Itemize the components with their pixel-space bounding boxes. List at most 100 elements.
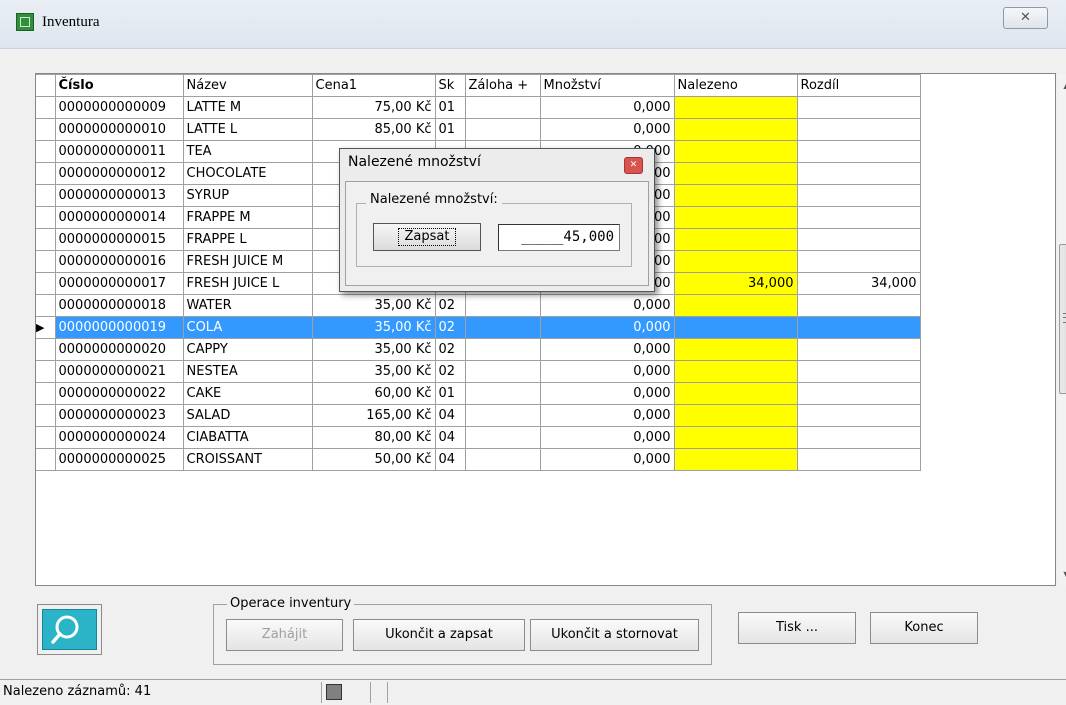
cell-cislo[interactable]: 0000000000017 [54, 272, 184, 295]
table-row[interactable]: 0000000000009 LATTE M 75,00 Kč 01 0,000 [36, 96, 921, 119]
cell-mnozstvi[interactable]: 0,000 [539, 118, 675, 141]
cell-cislo[interactable]: 0000000000011 [54, 140, 184, 163]
row-indicator-cell[interactable] [36, 338, 56, 361]
cell-sk[interactable]: 02 [434, 360, 466, 383]
cell-cena[interactable]: 85,00 Kč [311, 118, 436, 141]
cell-zaloha[interactable] [464, 316, 541, 339]
cell-nazev[interactable]: FRESH JUICE M [182, 250, 313, 273]
cell-rozdil[interactable] [796, 206, 921, 229]
cell-rozdil[interactable] [796, 228, 921, 251]
cell-cislo[interactable]: 0000000000022 [54, 382, 184, 405]
cell-mnozstvi[interactable]: 0,000 [539, 404, 675, 427]
cell-nazev[interactable]: LATTE L [182, 118, 313, 141]
cell-mnozstvi[interactable]: 0,000 [539, 96, 675, 119]
cell-nalezeno[interactable] [673, 228, 798, 251]
cell-nazev[interactable]: COLA [182, 316, 313, 339]
cell-cislo[interactable]: 0000000000025 [54, 448, 184, 471]
cell-sk[interactable]: 01 [434, 118, 466, 141]
row-indicator-cell[interactable] [36, 228, 56, 251]
cell-cislo[interactable]: 0000000000014 [54, 206, 184, 229]
cell-cislo[interactable]: 0000000000012 [54, 162, 184, 185]
cell-cislo[interactable]: 0000000000020 [54, 338, 184, 361]
cell-rozdil[interactable] [796, 184, 921, 207]
end-button[interactable]: Konec [870, 612, 978, 644]
table-row[interactable]: ▶ 0000000000019 COLA 35,00 Kč 02 0,000 [36, 316, 921, 339]
cell-cislo[interactable]: 0000000000015 [54, 228, 184, 251]
cell-cena[interactable]: 35,00 Kč [311, 360, 436, 383]
cell-mnozstvi[interactable]: 0,000 [539, 294, 675, 317]
cell-nalezeno[interactable] [673, 382, 798, 405]
cell-nalezeno[interactable]: 34,000 [673, 272, 798, 295]
cell-nazev[interactable]: TEA [182, 140, 313, 163]
cell-cena[interactable]: 60,00 Kč [311, 382, 436, 405]
cell-cena[interactable]: 165,00 Kč [311, 404, 436, 427]
cell-zaloha[interactable] [464, 360, 541, 383]
table-row[interactable]: 0000000000022 CAKE 60,00 Kč 01 0,000 [36, 382, 921, 405]
cell-nazev[interactable]: SYRUP [182, 184, 313, 207]
col-header-cena[interactable]: Cena1 [311, 74, 436, 97]
cell-rozdil[interactable] [796, 96, 921, 119]
row-indicator-cell[interactable]: ▶ [36, 316, 56, 339]
table-row[interactable]: 0000000000020 CAPPY 35,00 Kč 02 0,000 [36, 338, 921, 361]
cell-cislo[interactable]: 0000000000010 [54, 118, 184, 141]
cell-cena[interactable]: 35,00 Kč [311, 338, 436, 361]
start-button[interactable]: Zahájit [226, 619, 343, 651]
cell-rozdil[interactable] [796, 316, 921, 339]
cell-zaloha[interactable] [464, 404, 541, 427]
cell-nalezeno[interactable] [673, 294, 798, 317]
cell-rozdil[interactable] [796, 294, 921, 317]
table-row[interactable]: 0000000000024 CIABATTA 80,00 Kč 04 0,000 [36, 426, 921, 449]
cell-mnozstvi[interactable]: 0,000 [539, 338, 675, 361]
cell-nazev[interactable]: SALAD [182, 404, 313, 427]
row-indicator-cell[interactable] [36, 140, 56, 163]
cell-zaloha[interactable] [464, 338, 541, 361]
cell-rozdil[interactable] [796, 118, 921, 141]
row-indicator-cell[interactable] [36, 404, 56, 427]
cell-nazev[interactable]: CAPPY [182, 338, 313, 361]
cell-cislo[interactable]: 0000000000024 [54, 426, 184, 449]
cell-cena[interactable]: 35,00 Kč [311, 316, 436, 339]
cell-mnozstvi[interactable]: 0,000 [539, 448, 675, 471]
col-header-sk[interactable]: Sk [434, 74, 466, 97]
cell-nalezeno[interactable] [673, 426, 798, 449]
cell-cena[interactable]: 80,00 Kč [311, 426, 436, 449]
cell-zaloha[interactable] [464, 118, 541, 141]
row-indicator-cell[interactable] [36, 184, 56, 207]
col-header-nalezeno[interactable]: Nalezeno [673, 74, 798, 97]
quantity-input[interactable]: _____45,000 [498, 224, 620, 251]
row-indicator-cell[interactable] [36, 96, 56, 119]
zapsat-button[interactable]: Zapsat [373, 223, 481, 251]
cell-cena[interactable]: 35,00 Kč [311, 294, 436, 317]
print-button[interactable]: Tisk ... [738, 612, 856, 644]
table-row[interactable]: 0000000000010 LATTE L 85,00 Kč 01 0,000 [36, 118, 921, 141]
cell-rozdil[interactable] [796, 448, 921, 471]
cell-nalezeno[interactable] [673, 206, 798, 229]
cell-nazev[interactable]: FRESH JUICE L [182, 272, 313, 295]
cell-rozdil[interactable] [796, 382, 921, 405]
cell-zaloha[interactable] [464, 426, 541, 449]
col-header-cislo[interactable]: Číslo [54, 74, 184, 97]
scrollbar-thumb[interactable] [1059, 244, 1066, 394]
cell-rozdil[interactable] [796, 360, 921, 383]
cell-nalezeno[interactable] [673, 118, 798, 141]
window-close-button[interactable]: ✕ [1003, 7, 1048, 29]
cell-nalezeno[interactable] [673, 316, 798, 339]
scroll-up-icon[interactable]: ▲ [1058, 77, 1066, 94]
cell-cislo[interactable]: 0000000000016 [54, 250, 184, 273]
cell-cena[interactable]: 50,00 Kč [311, 448, 436, 471]
cell-rozdil[interactable] [796, 426, 921, 449]
cell-sk[interactable]: 04 [434, 448, 466, 471]
dialog-close-icon[interactable]: ✕ [624, 157, 643, 174]
cell-sk[interactable]: 02 [434, 316, 466, 339]
col-header-rozdil[interactable]: Rozdíl [796, 74, 921, 97]
cell-rozdil[interactable] [796, 404, 921, 427]
row-indicator-cell[interactable] [36, 250, 56, 273]
cell-nazev[interactable]: WATER [182, 294, 313, 317]
cell-nalezeno[interactable] [673, 140, 798, 163]
cell-cislo[interactable]: 0000000000013 [54, 184, 184, 207]
cell-rozdil[interactable] [796, 338, 921, 361]
cell-nalezeno[interactable] [673, 250, 798, 273]
cell-sk[interactable]: 02 [434, 338, 466, 361]
row-indicator-cell[interactable] [36, 448, 56, 471]
row-indicator-cell[interactable] [36, 272, 56, 295]
